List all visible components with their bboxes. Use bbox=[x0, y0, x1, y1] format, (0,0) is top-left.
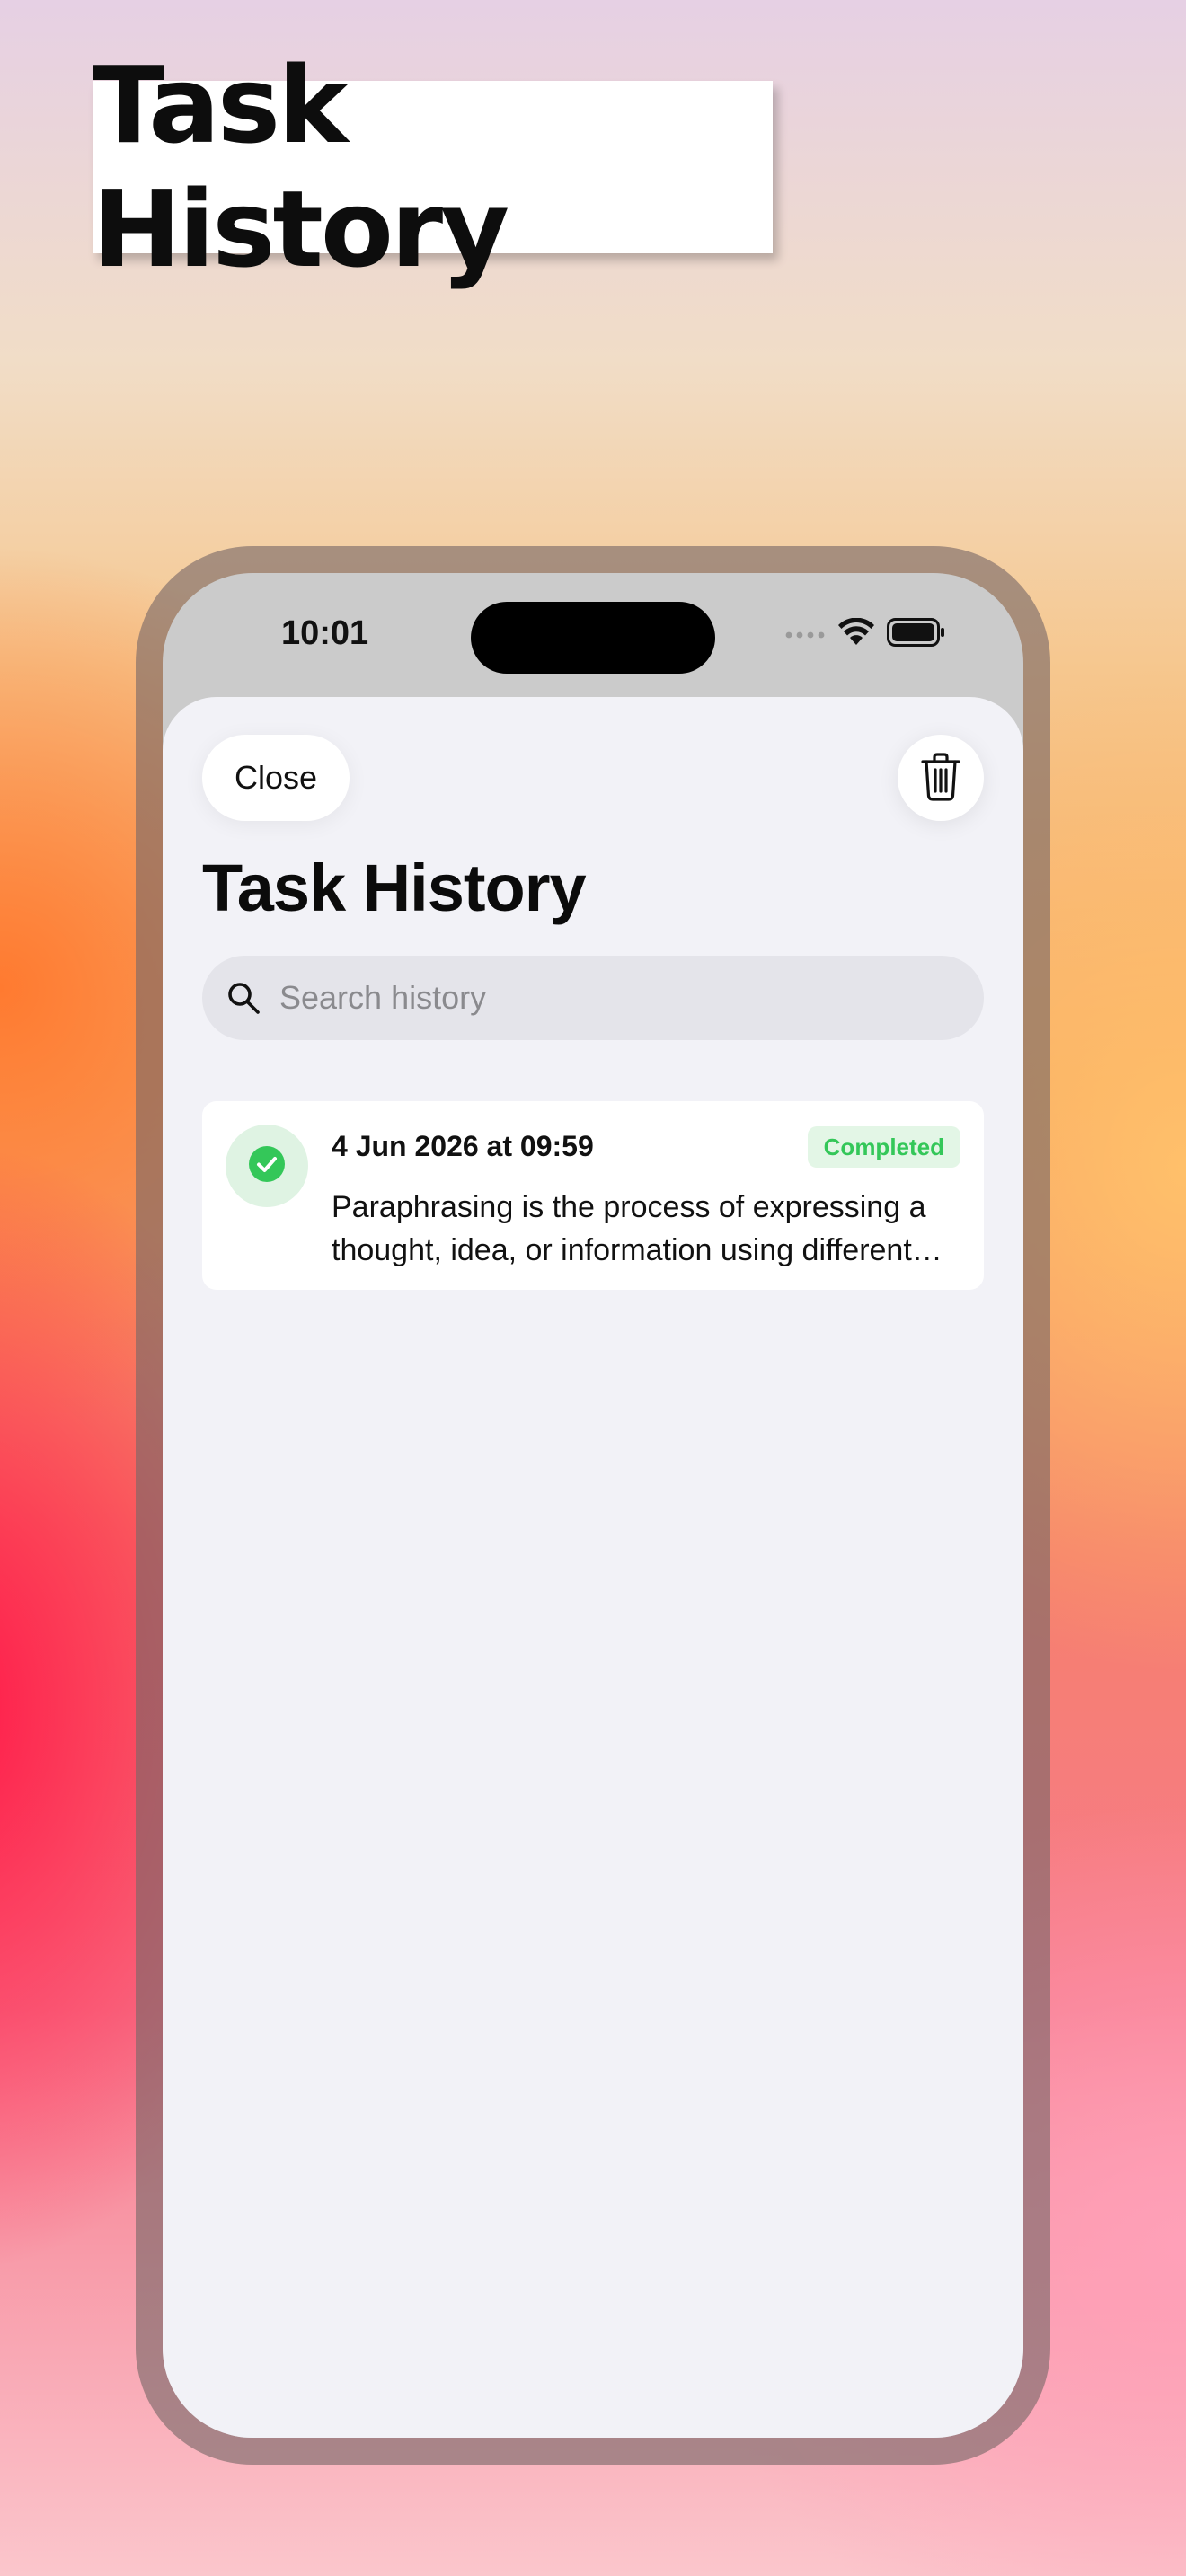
status-indicator bbox=[226, 1125, 308, 1207]
status-badge: Completed bbox=[807, 1126, 960, 1168]
signal-icon bbox=[784, 627, 826, 643]
search-input[interactable] bbox=[278, 978, 964, 1018]
battery-icon bbox=[887, 618, 946, 651]
promo-banner-title: Task History bbox=[93, 43, 773, 291]
wifi-icon bbox=[838, 617, 874, 651]
status-time: 10:01 bbox=[281, 614, 369, 652]
phone-screen: 10:01 Close Task History Search history … bbox=[163, 573, 1023, 2438]
close-button[interactable]: Close bbox=[202, 735, 350, 821]
dynamic-island bbox=[471, 602, 715, 674]
page-title: Task History bbox=[202, 851, 587, 925]
history-item[interactable]: 4 Jun 2026 at 09:59 Completed Paraphrasi… bbox=[202, 1101, 984, 1290]
history-item-preview: Paraphrasing is the process of expressin… bbox=[332, 1190, 926, 1267]
checkmark-circle-icon bbox=[248, 1145, 286, 1187]
trash-icon bbox=[919, 752, 962, 805]
status-icons bbox=[784, 617, 946, 651]
clear-history-button[interactable] bbox=[898, 735, 984, 821]
history-sheet: Close Task History Search history 4 Jun … bbox=[163, 697, 1023, 2438]
history-item-date: 4 Jun 2026 at 09:59 bbox=[332, 1130, 594, 1162]
search-icon bbox=[226, 980, 261, 1016]
search-bar[interactable] bbox=[202, 956, 984, 1040]
